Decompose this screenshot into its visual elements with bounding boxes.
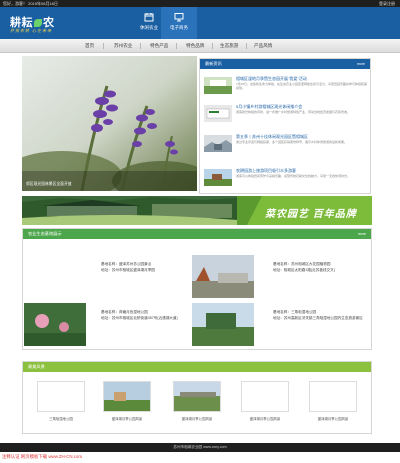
menu-divider bbox=[103, 43, 104, 49]
scenic-photo bbox=[309, 381, 357, 412]
base-photo[interactable] bbox=[24, 303, 86, 346]
menu-eco-tourism[interactable]: 生态旅游 bbox=[220, 39, 238, 53]
base-item[interactable]: 基地名称：荷塘月色湿地公园 地址：苏州市相城区北桥街道457号(近漕湖大道) bbox=[101, 309, 191, 321]
scenic-photo bbox=[103, 381, 151, 412]
scenic-title: 最美风景 bbox=[28, 364, 45, 369]
scenic-header: 最美风景 bbox=[23, 362, 371, 372]
menu-special-brands[interactable]: 特色品牌 bbox=[186, 39, 204, 53]
greeting-date: 您好，游客！ 2015年06月18日 bbox=[3, 1, 58, 6]
news-item-desc: 游客观光体验的同时，进一步推广乡村旅游特色产业，带动当地经济发展与农民增收。 bbox=[236, 110, 351, 114]
scenic-item[interactable]: 盛泽湖月季公园风景 bbox=[103, 381, 151, 421]
base-address: 地址：相城区太阳路1路(近苏蠡线交叉) bbox=[273, 268, 335, 272]
scenic-item[interactable]: 盛泽湖月季公园风景 bbox=[309, 381, 357, 421]
menu-divider bbox=[140, 43, 141, 49]
scenic-item[interactable]: 盛泽湖月季公园风景 bbox=[173, 381, 221, 421]
news-title: 最新资讯 bbox=[205, 61, 222, 66]
calendar-icon bbox=[144, 13, 154, 22]
base-item[interactable]: 基地名称：盛泽苏州苏公园景点 地址：苏州市相城区盛泽湖月季园 bbox=[101, 261, 191, 273]
nav-label: 休闲农业 bbox=[140, 25, 158, 30]
scenic-photo bbox=[241, 381, 289, 412]
news-thumbnail bbox=[204, 77, 232, 94]
news-item[interactable]: 相城区湿地月季暨生态园开展"我爱"活动 7月25日，这些新生命力体验，在生态农业… bbox=[204, 75, 368, 100]
news-thumbnail bbox=[204, 105, 232, 122]
latest-news-panel: 最新资讯 more 相城区湿地月季暨生态园开展"我爱"活动 7月25日，这些新生… bbox=[199, 58, 371, 194]
news-header: 最新资讯 more bbox=[200, 59, 370, 69]
news-thumbnail bbox=[204, 169, 232, 186]
base-item[interactable]: 基地名称：苏州相城区大花园植物园 地址：相城区太阳路1路(近苏蠡线交叉) bbox=[273, 261, 363, 273]
bases-more-link[interactable]: more bbox=[358, 229, 366, 239]
base-photo[interactable] bbox=[192, 255, 254, 298]
base-address: 地址：苏州市相城区北桥街道457号(近漕湖大道) bbox=[101, 316, 178, 320]
footer: 苏州市相城农业园 www.xxny.com bbox=[0, 443, 400, 452]
bases-header: 农业生态基地展示 more bbox=[23, 229, 371, 239]
monitor-icon bbox=[174, 13, 184, 22]
scenic-caption: 盛泽湖月季公园风景 bbox=[111, 417, 143, 421]
scenic-caption: 三角咀湿地公园 bbox=[49, 417, 73, 421]
menu-home[interactable]: 首页 bbox=[85, 39, 94, 53]
menu-product-style[interactable]: 产品风情 bbox=[254, 39, 272, 53]
login-link[interactable]: 登录注册 bbox=[379, 0, 395, 7]
base-address: 地址：苏州市相城区盛泽湖月季园 bbox=[101, 268, 155, 272]
logo-slogan: 开拓农耕 心在未来 bbox=[10, 28, 53, 33]
news-item[interactable]: 第五季丨苏州十佳休闲观光园区暨相城区 通过专业评选与网络投票，多个园区获得荣誉称… bbox=[204, 133, 368, 158]
header: 耕耘农 开拓农耕 心在未来 bbox=[0, 7, 400, 39]
scenic-item[interactable]: 盛泽湖月季公园风景 bbox=[241, 381, 289, 421]
lavender-photo bbox=[22, 56, 197, 191]
promo-banner[interactable]: 菜农园艺 百年品牌 bbox=[22, 196, 372, 225]
scenic-item[interactable]: 三角咀湿地公园 bbox=[37, 381, 85, 421]
base-photo[interactable] bbox=[192, 303, 254, 346]
main-menu: 首页 苏州农业 特色产品 特色品牌 生态旅游 产品风情 bbox=[0, 39, 400, 53]
menu-divider bbox=[176, 43, 177, 49]
menu-special-products[interactable]: 特色产品 bbox=[150, 39, 168, 53]
banner-slogan: 菜农园艺 百年品牌 bbox=[265, 209, 357, 220]
watermark: 注释认证 网页模板下载 www.ZH-CN.com bbox=[2, 454, 83, 459]
scenic-caption: 盛泽湖月季公园风景 bbox=[181, 417, 213, 421]
news-more-link[interactable]: more bbox=[357, 59, 365, 69]
scenic-caption: 盛泽湖月季公园风景 bbox=[249, 417, 281, 421]
news-item-desc: 7月25日，这些新生命力体验，在生态农业小园区里释放生机与活力，享受田园乐趣并参… bbox=[236, 82, 368, 90]
base-item[interactable]: 基地名称：三角咀湿地公园 地址：苏州高新区浒关镇三角咀湿地公园内生态旅游景区 bbox=[273, 309, 363, 321]
scenic-caption: 盛泽湖月季公园风景 bbox=[317, 417, 349, 421]
nav-ecommerce[interactable]: 电子商务 bbox=[161, 7, 197, 39]
menu-suzhou-agriculture[interactable]: 苏州农业 bbox=[114, 39, 132, 53]
news-item-desc: 游客可以体验田间劳作与采摘乐趣，感受传统农耕文化的魅力，享受一天的休闲时光。 bbox=[236, 174, 351, 178]
nav-label: 电子商务 bbox=[170, 25, 188, 30]
top-bar: 您好，游客！ 2015年06月18日 登录注册 bbox=[0, 0, 400, 7]
news-item[interactable]: 农耕园游上旅游项目吸引众多游客 游客可以体验田间劳作与采摘乐趣，感受传统农耕文化… bbox=[204, 167, 368, 192]
scenic-panel: 最美风景 三角咀湿地公园 盛泽湖月季公园风景 盛泽湖月季公园风景 盛泽湖月季公园… bbox=[22, 361, 372, 434]
footer-text: 苏州市相城农业园 www.xxny.com bbox=[173, 445, 227, 449]
bases-title: 农业生态基地展示 bbox=[28, 231, 62, 236]
hero-caption: 郊区观光园林景区全面开放 bbox=[26, 182, 72, 186]
scenic-photo bbox=[37, 381, 85, 412]
menu-divider bbox=[246, 43, 247, 49]
news-thumbnail bbox=[204, 135, 232, 152]
eco-base-panel: 农业生态基地展示 more 基地名称：盛泽苏州苏公园景点 地址：苏州市相城区盛泽… bbox=[22, 228, 372, 350]
news-item-desc: 通过专业评选与网络投票，多个园区获得荣誉称号，展示乡村休闲旅游的最新成果。 bbox=[236, 140, 348, 144]
scenic-photo bbox=[173, 381, 221, 412]
leaf-icon bbox=[34, 19, 42, 28]
news-item[interactable]: 5月小镇乡村游相城区观光休闲推介会 游客观光体验的同时，进一步推广乡村旅游特色产… bbox=[204, 103, 368, 128]
menu-divider bbox=[212, 43, 213, 49]
hero-image[interactable]: 郊区观光园林景区全面开放 bbox=[22, 56, 197, 191]
base-address: 地址：苏州高新区浒关镇三角咀湿地公园内生态旅游景区 bbox=[273, 316, 363, 320]
